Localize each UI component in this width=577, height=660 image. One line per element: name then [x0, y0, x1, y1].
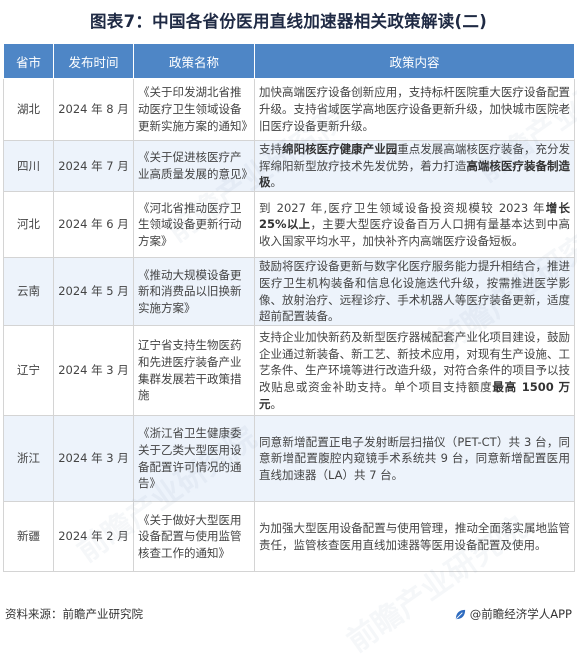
- province-cell: 湖北: [3, 78, 54, 141]
- leaf-icon: [455, 609, 465, 619]
- source-note: 资料来源：前瞻产业研究院: [5, 607, 143, 621]
- content-text: 加快高端医疗设备创新应用，支持标杆医院重大医疗设备配置升级。支持省域医学高地医疗…: [259, 85, 570, 133]
- policy-name-cell: 《浙江省卫生健康委关于乙类大型医用设备配置许可情况的通告》: [133, 415, 255, 503]
- table-row: 新疆 2024 年 2 月《关于做好大型医用设备配置与使用监管核查工作的通知》 为加…: [3, 501, 575, 573]
- province-cell: 新疆: [3, 501, 54, 573]
- policy-name-cell: 《关于促进核医疗产业高质量发展的意见》: [133, 139, 255, 193]
- table-row: 辽宁 2024 年 3 月辽宁省支持生物医药和先进医疗装备产业集群发展若干政策措施…: [3, 325, 575, 417]
- policy-content-cell: 鼓励将医疗设备更新与数字化医疗服务能力提升相结合，推进医疗卫生机构装备和信息化设…: [254, 257, 575, 327]
- date-cell: 2024 年 3 月: [53, 415, 134, 503]
- table-header-row: 省市 发布时间 政策名称 政策内容: [3, 43, 575, 79]
- policy-table: 省市 发布时间 政策名称 政策内容 湖北 2024 年 8 月《关于印发湖北省推动…: [3, 43, 575, 573]
- province-cell: 河北: [3, 191, 54, 259]
- content-text: 。: [270, 396, 283, 411]
- date-cell: 2024 年 2 月: [53, 501, 134, 573]
- date-cell: 2024 年 7 月: [53, 139, 134, 193]
- footer: 资料来源：前瞻产业研究院 @前瞻经济学人APP: [5, 606, 572, 626]
- policy-content-cell: 为加强大型医用设备配置与使用管理，推动全面落实属地监管责任，监管核查医用直线加速…: [254, 501, 575, 573]
- brand-credit: @前瞻经济学人APP: [454, 606, 572, 622]
- date-cell: 2024 年 8 月: [53, 78, 134, 141]
- policy-name-cell: 辽宁省支持生物医药和先进医疗装备产业集群发展若干政策措施: [133, 325, 255, 417]
- content-text: 为加强大型医用设备配置与使用管理，推动全面落实属地监管责任，监管核查医用直线加速…: [259, 520, 570, 552]
- header-province: 省市: [3, 43, 54, 79]
- policy-content-cell: 支持企业加快新药及新型医疗器械配套产业化项目建设，鼓励企业通过新装备、新工艺、新…: [254, 325, 575, 417]
- date-cell: 2024 年 6 月: [53, 191, 134, 259]
- header-date: 发布时间: [53, 43, 134, 79]
- table-row: 浙江 2024 年 3 月《浙江省卫生健康委关于乙类大型医用设备配置许可情况的通告…: [3, 415, 575, 503]
- table-row: 湖北 2024 年 8 月《关于印发湖北省推动医疗卫生领域设备更新实施方案的通知》…: [3, 78, 575, 141]
- content-text: 支持: [259, 142, 283, 156]
- date-cell: 2024 年 5 月: [53, 257, 134, 327]
- policy-content-cell: 到 2027 年,医疗卫生领域设备投资规模较 2023 年增长 25%以上，主要…: [254, 191, 575, 259]
- content-text: 到 2027 年,医疗卫生领域设备投资规模较 2023 年: [259, 200, 546, 215]
- highlight-text: 绵阳核医疗健康产业园: [282, 142, 398, 156]
- content-text: 同意新增配置正电子发射断层扫描仪（PET-CT）共 3 台，同意新增配置腹腔内窥…: [259, 434, 570, 482]
- policy-name-cell: 《推动大规模设备更新和消费品以旧换新实施方案》: [133, 257, 255, 327]
- province-cell: 辽宁: [3, 325, 54, 417]
- policy-name-cell: 《河北省推动医疗卫生领域设备更新行动方案》: [133, 191, 255, 259]
- table-row: 云南 2024 年 5 月《推动大规模设备更新和消费品以旧换新实施方案》 鼓励将医疗…: [3, 257, 575, 327]
- province-cell: 四川: [3, 139, 54, 193]
- header-policy-content: 政策内容: [254, 43, 575, 79]
- policy-name-cell: 《关于做好大型医用设备配置与使用监管核查工作的通知》: [133, 501, 255, 573]
- policy-content-cell: 加快高端医疗设备创新应用，支持标杆医院重大医疗设备配置升级。支持省域医学高地医疗…: [254, 78, 575, 141]
- table-row: 四川 2024 年 7 月《关于促进核医疗产业高质量发展的意见》 支持绵阳核医疗健康…: [3, 139, 575, 193]
- policy-content-cell: 同意新增配置正电子发射断层扫描仪（PET-CT）共 3 台，同意新增配置腹腔内窥…: [254, 415, 575, 503]
- content-text: 鼓励将医疗设备更新与数字化医疗服务能力提升相结合，推进医疗卫生机构装备和信息化设…: [259, 259, 570, 324]
- policy-content-cell: 支持绵阳核医疗健康产业园重点发展高端核医疗装备，充分发挥绵阳新型放疗技术先发优势…: [254, 139, 575, 193]
- page-title: 图表7：中国各省份医用直线加速器相关政策解读(二): [89, 12, 488, 31]
- date-cell: 2024 年 3 月: [53, 325, 134, 417]
- province-cell: 浙江: [3, 415, 54, 503]
- policy-name-cell: 《关于印发湖北省推动医疗卫生领域设备更新实施方案的通知》: [133, 78, 255, 141]
- header-policy-name: 政策名称: [133, 43, 255, 79]
- content-text: 。: [270, 175, 283, 190]
- brand-label: @前瞻经济学人APP: [469, 607, 572, 621]
- province-cell: 云南: [3, 257, 54, 327]
- table-row: 河北 2024 年 6 月《河北省推动医疗卫生领域设备更新行动方案》到 2027 …: [3, 191, 575, 259]
